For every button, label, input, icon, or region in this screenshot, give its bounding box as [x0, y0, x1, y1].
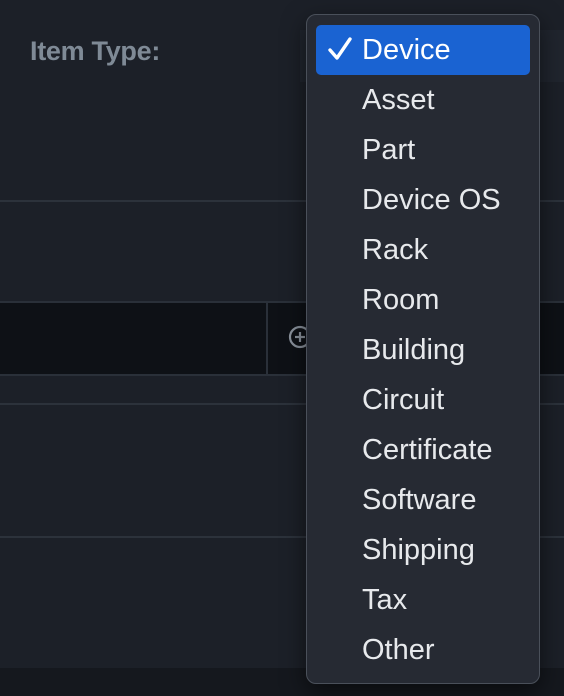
dropdown-option-label: Room — [362, 284, 440, 316]
dropdown-option[interactable]: Certificate — [316, 425, 530, 475]
dropdown-option-label: Device — [362, 34, 451, 66]
dropdown-option[interactable]: Device — [316, 25, 530, 75]
dropdown-option-label: Tax — [362, 584, 408, 616]
dropdown-option-label: Certificate — [362, 434, 493, 466]
dropdown-option[interactable]: Other — [316, 625, 530, 675]
dropdown-option-label: Other — [362, 634, 435, 666]
item-type-label: Item Type: — [30, 36, 161, 66]
dropdown-option-label: Device OS — [362, 184, 501, 216]
dropdown-option[interactable]: Software — [316, 475, 530, 525]
dropdown-option-label: Software — [362, 484, 477, 516]
dropdown-option[interactable]: Room — [316, 275, 530, 325]
dropdown-option-label: Asset — [362, 84, 435, 116]
item-type-dropdown-menu: Device Asset Part Device OS Rack Room Building… — [306, 14, 540, 684]
dropdown-option[interactable]: Device OS — [316, 175, 530, 225]
form-page: Item Type: Device Asset Part Device OS Rack R… — [0, 0, 564, 696]
dropdown-option-label: Rack — [362, 234, 429, 266]
dropdown-option[interactable]: Circuit — [316, 375, 530, 425]
dropdown-option-label: Circuit — [362, 384, 445, 416]
dropdown-option[interactable]: Building — [316, 325, 530, 375]
dropdown-option[interactable]: Shipping — [316, 525, 530, 575]
checkmark-icon — [328, 37, 352, 60]
dropdown-option-label: Shipping — [362, 534, 475, 566]
dropdown-option-label: Building — [362, 334, 466, 366]
dropdown-option[interactable]: Asset — [316, 75, 530, 125]
dropdown-option[interactable]: Rack — [316, 225, 530, 275]
dropdown-option[interactable]: Tax — [316, 575, 530, 625]
input-separator — [266, 303, 268, 374]
dropdown-option-label: Part — [362, 134, 416, 166]
dropdown-option[interactable]: Part — [316, 125, 530, 175]
